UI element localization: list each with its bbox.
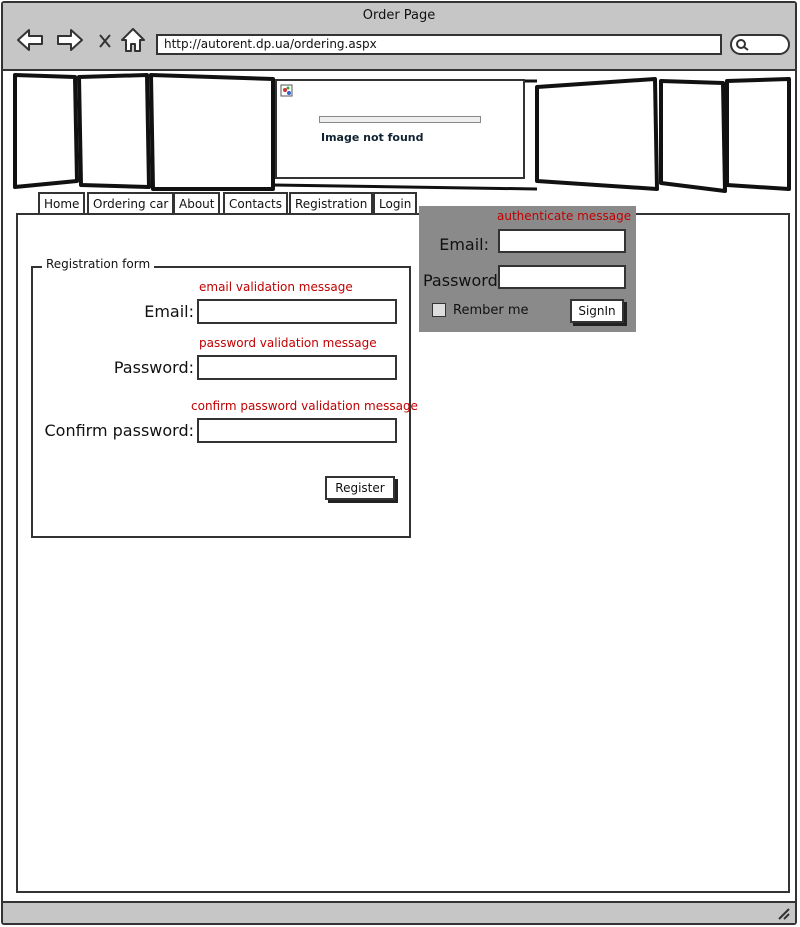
login-password-label: Password:: [423, 271, 504, 290]
broken-image-icon: [280, 84, 293, 97]
email-label: Email:: [144, 302, 194, 321]
tab-contacts[interactable]: Contacts: [223, 192, 288, 213]
password-field[interactable]: [197, 355, 397, 380]
address-bar[interactable]: http://autorent.dp.ua/ordering.aspx: [156, 34, 722, 55]
remember-me-checkbox[interactable]: [432, 303, 446, 317]
tab-ordering-car[interactable]: Ordering car: [87, 192, 175, 213]
tab-login[interactable]: Login: [373, 192, 418, 213]
register-button[interactable]: Register: [325, 476, 395, 500]
confirm-password-label: Confirm password:: [44, 421, 195, 440]
signin-button[interactable]: SignIn: [570, 299, 624, 323]
confirm-password-field[interactable]: [197, 418, 397, 443]
tab-registration[interactable]: Registration: [289, 192, 374, 213]
window-title: Order Page: [362, 8, 436, 23]
tab-about[interactable]: About: [173, 192, 221, 213]
email-validation-message: email validation message: [199, 280, 353, 294]
image-loading-bar: [319, 116, 481, 123]
forward-arrow-icon[interactable]: [55, 25, 85, 55]
authenticate-message: authenticate message: [497, 209, 632, 223]
email-field[interactable]: [197, 299, 397, 324]
back-arrow-icon[interactable]: [15, 25, 45, 55]
home-icon[interactable]: [118, 25, 148, 55]
password-validation-message: password validation message: [199, 336, 377, 350]
browser-toolbar: Order Page http://autorent.dp.ua/orderin…: [3, 3, 795, 71]
registration-legend: Registration form: [42, 257, 155, 271]
login-email-field[interactable]: [498, 229, 626, 253]
browser-window: Order Page http://autorent.dp.ua/orderin…: [1, 1, 797, 925]
password-label: Password:: [113, 358, 194, 377]
search-box[interactable]: [730, 34, 790, 55]
resize-grip-icon[interactable]: [775, 906, 791, 920]
login-email-label: Email:: [439, 235, 489, 254]
close-icon[interactable]: [91, 25, 121, 55]
status-bar: [3, 901, 795, 923]
remember-me-label: Rember me: [453, 303, 529, 318]
image-not-found-text: Image not found: [321, 131, 424, 144]
login-password-field[interactable]: [498, 265, 626, 289]
tab-home[interactable]: Home: [38, 192, 86, 213]
confirm-password-validation-message: confirm password validation message: [191, 399, 418, 413]
search-icon: [736, 39, 749, 51]
banner-image-placeholder: Image not found: [275, 79, 525, 179]
